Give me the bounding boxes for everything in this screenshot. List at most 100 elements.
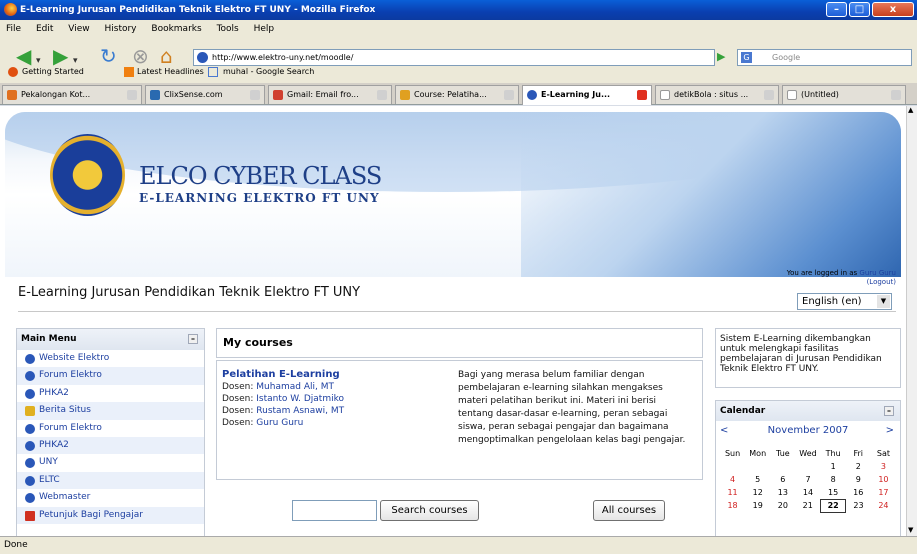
calendar-empty-cell: [720, 460, 745, 473]
header-divider: [18, 311, 896, 312]
tab-favicon: [660, 90, 670, 100]
calendar-day[interactable]: 24: [871, 499, 896, 512]
all-courses-button[interactable]: All courses: [593, 500, 665, 521]
menu-edit[interactable]: Edit: [36, 24, 53, 34]
tab-course[interactable]: Course: Pelatiha...: [395, 85, 519, 104]
menu-item-forum-elektro-2[interactable]: Forum Elektro: [17, 420, 204, 437]
calendar-day[interactable]: 10: [871, 473, 896, 486]
menu-item-petunjuk[interactable]: Petunjuk Bagi Pengajar: [17, 506, 204, 524]
language-select[interactable]: English (en) ▼: [797, 293, 892, 310]
calendar-title: Calendar: [720, 406, 766, 416]
bookmark-latest-headlines[interactable]: Latest Headlines: [137, 62, 204, 82]
scroll-down-icon[interactable]: ▼: [908, 526, 913, 534]
calendar-day[interactable]: 1: [821, 460, 846, 473]
tab-clixsense[interactable]: ClixSense.com: [145, 85, 265, 104]
calendar-day[interactable]: 23: [846, 499, 871, 512]
tab-pekalongan[interactable]: Pekalongan Kot...: [2, 85, 142, 104]
teacher-link[interactable]: Muhamad Ali, MT: [256, 382, 334, 392]
weekday-label: Tue: [776, 449, 790, 458]
tab-close-icon[interactable]: [764, 90, 774, 100]
menu-item-webmaster[interactable]: Webmaster: [17, 489, 204, 506]
calendar-day[interactable]: 19: [745, 499, 770, 512]
menu-item-label: Forum Elektro: [39, 422, 102, 433]
window-title: E-Learning Jurusan Pendidikan Teknik Ele…: [20, 5, 376, 15]
login-user-link[interactable]: Guru Guru: [859, 269, 896, 277]
calendar-grid: Sun Mon Tue Wed Thu Fri Sat 1 2 3 4 5 6 7 8 9 10 11 12 13 14…: [720, 447, 896, 513]
tab-gmail[interactable]: Gmail: Email fro...: [268, 85, 392, 104]
calendar-day[interactable]: 4: [720, 473, 745, 486]
calendar-day[interactable]: 8: [821, 473, 846, 486]
course-search-input[interactable]: [292, 500, 377, 521]
tab-close-icon[interactable]: [637, 90, 647, 100]
minimize-button[interactable]: –: [826, 2, 847, 17]
scroll-up-icon[interactable]: ▲: [908, 106, 913, 114]
teacher-link[interactable]: Istanto W. Djatmiko: [256, 394, 344, 404]
close-button[interactable]: x: [872, 2, 914, 17]
calendar-day[interactable]: 16: [846, 486, 871, 499]
site-description: Sistem E-Learning dikembangkan untuk mel…: [715, 328, 901, 388]
teacher-link[interactable]: Rustam Asnawi, MT: [256, 406, 344, 416]
menu-item-label: UNY: [39, 457, 58, 468]
tab-label: Pekalongan Kot...: [21, 90, 91, 99]
calendar-day[interactable]: 2: [846, 460, 871, 473]
calendar-day[interactable]: 14: [795, 486, 820, 499]
tab-elearning[interactable]: E-Learning Ju...: [522, 85, 652, 105]
calendar-day[interactable]: 11: [720, 486, 745, 499]
calendar-day[interactable]: 15: [821, 486, 846, 499]
bookmark-getting-started[interactable]: Getting Started: [22, 62, 84, 82]
calendar-day[interactable]: 12: [745, 486, 770, 499]
calendar-header: Calendar –: [716, 401, 900, 421]
collapse-icon[interactable]: –: [188, 334, 198, 344]
calendar-day[interactable]: 20: [770, 499, 795, 512]
maximize-button[interactable]: □: [849, 2, 870, 17]
globe-icon: [25, 388, 35, 399]
tab-close-icon[interactable]: [891, 90, 901, 100]
tab-close-icon[interactable]: [250, 90, 260, 100]
tab-favicon: [400, 90, 410, 100]
search-courses-button[interactable]: Search courses: [380, 500, 479, 521]
calendar-empty-cell: [795, 460, 820, 473]
menu-item-phka2[interactable]: PHKA2: [17, 385, 204, 402]
calendar-day[interactable]: 17: [871, 486, 896, 499]
menu-item-website-elektro[interactable]: Website Elektro: [17, 350, 204, 367]
globe-icon: [25, 371, 35, 382]
tab-untitled[interactable]: (Untitled): [782, 85, 906, 104]
tab-label: detikBola : situs ...: [674, 90, 749, 99]
course-link[interactable]: Pelatihan E-Learning: [222, 369, 340, 380]
tab-detikbola[interactable]: detikBola : situs ...: [655, 85, 779, 104]
collapse-icon[interactable]: –: [884, 406, 894, 416]
menu-item-phka2-2[interactable]: PHKA2: [17, 436, 204, 455]
menu-view[interactable]: View: [68, 24, 89, 34]
menu-help[interactable]: Help: [254, 24, 275, 34]
calendar-day[interactable]: 9: [846, 473, 871, 486]
calendar-day[interactable]: 22: [820, 498, 847, 513]
menu-item-uny[interactable]: UNY: [17, 454, 204, 471]
teacher-link[interactable]: Guru Guru: [256, 418, 303, 428]
menu-tools[interactable]: Tools: [217, 24, 239, 34]
menu-file[interactable]: File: [6, 24, 21, 34]
vertical-scrollbar[interactable]: ▲ ▼: [906, 106, 917, 536]
tab-close-icon[interactable]: [504, 90, 514, 100]
calendar-day[interactable]: 21: [795, 499, 820, 512]
calendar-day[interactable]: 3: [871, 460, 896, 473]
menu-item-berita-situs[interactable]: Berita Situs: [17, 402, 204, 420]
menu-item-eltc[interactable]: ELTC: [17, 471, 204, 490]
calendar-day[interactable]: 5: [745, 473, 770, 486]
logout-link[interactable]: (Logout): [867, 278, 896, 286]
chevron-down-icon[interactable]: ▼: [877, 295, 890, 308]
tab-close-icon[interactable]: [127, 90, 137, 100]
tab-close-icon[interactable]: [377, 90, 387, 100]
tab-favicon: [527, 90, 537, 100]
main-menu-block: Main Menu – Website Elektro Forum Elektr…: [16, 328, 205, 536]
tab-label: E-Learning Ju...: [541, 90, 611, 99]
bookmark-google-search[interactable]: muhal - Google Search: [223, 62, 314, 82]
calendar-day[interactable]: 7: [795, 473, 820, 486]
menu-bookmarks[interactable]: Bookmarks: [151, 24, 201, 34]
calendar-day[interactable]: 6: [770, 473, 795, 486]
menu-item-forum-elektro[interactable]: Forum Elektro: [17, 367, 204, 385]
calendar-day[interactable]: 18: [720, 499, 745, 512]
next-month-link[interactable]: >: [886, 421, 894, 441]
calendar-day[interactable]: 13: [770, 486, 795, 499]
menu-history[interactable]: History: [104, 24, 136, 34]
weekday-label: Mon: [749, 449, 767, 458]
